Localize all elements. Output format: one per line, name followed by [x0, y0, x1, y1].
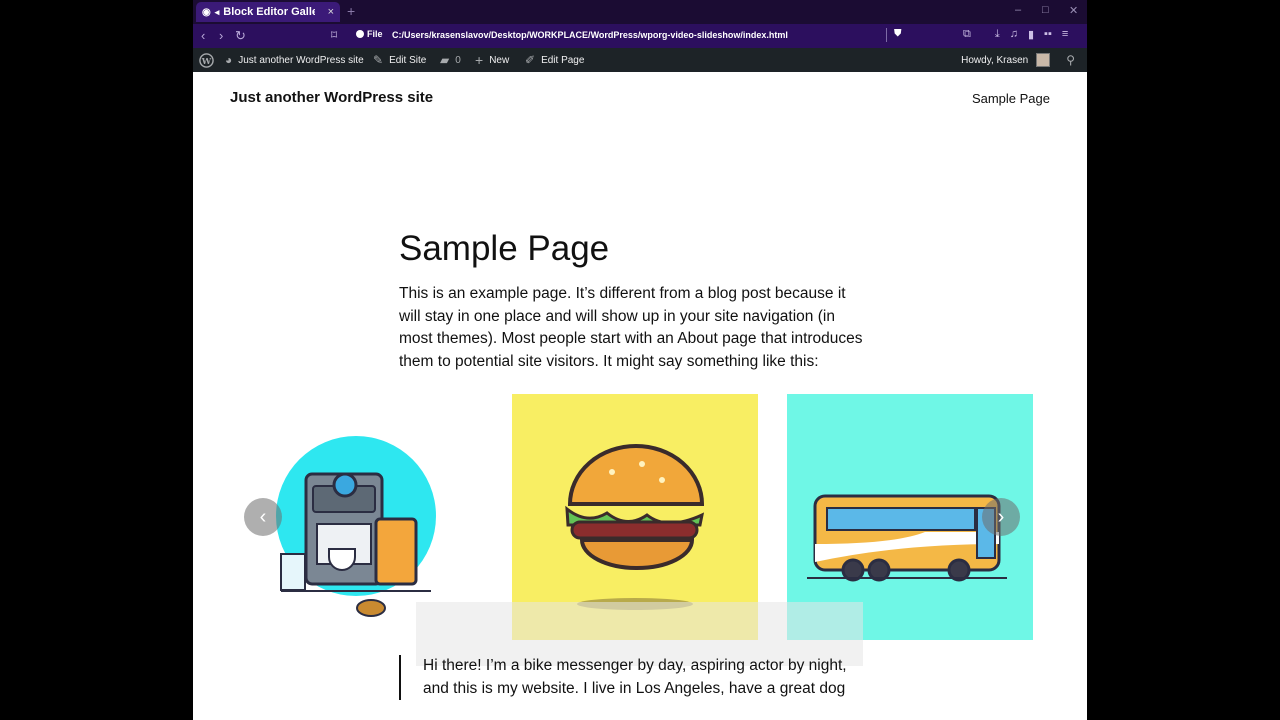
menu-icon[interactable]: ≡: [1062, 28, 1068, 41]
dashboard-icon: ◕: [225, 53, 233, 67]
screenshot-icon[interactable]: ⧉: [963, 28, 971, 41]
comment-icon: ▰: [440, 53, 450, 67]
url-separator: [886, 28, 887, 42]
brave-shield-icon[interactable]: ⛊: [894, 28, 906, 42]
brush-icon: ✎: [373, 53, 384, 67]
gallery-next-button[interactable]: ›: [982, 498, 1020, 536]
new-label: New: [489, 54, 510, 66]
reload-icon[interactable]: ↻: [235, 28, 246, 44]
wordpress-icon: W: [199, 52, 214, 68]
gallery-prev-button[interactable]: ‹: [244, 498, 282, 536]
comments-count: 0: [455, 54, 461, 66]
quote-block: Hi there! I’m a bike messenger by day, a…: [399, 655, 869, 700]
wp-admin-bar: W ◕ Just another WordPress site ✎ Edit S…: [193, 48, 1087, 72]
tab-block-editor-gallery[interactable]: ◉ ◂ Block Editor Gallery ×: [196, 2, 340, 22]
close-window-icon[interactable]: ✕: [1069, 4, 1078, 17]
intro-paragraph: This is an example page. It’s different …: [399, 285, 863, 370]
media-icon[interactable]: ♫: [1010, 28, 1018, 41]
svg-text:W: W: [201, 55, 212, 65]
new-tab-button[interactable]: +: [347, 3, 355, 19]
browser-window: ◉ ◂ Block Editor Gallery × + – □ ✕ ‹ › ↻…: [193, 0, 1087, 720]
screen: ◉ ◂ Block Editor Gallery × + – □ ✕ ‹ › ↻…: [0, 0, 1280, 720]
nav-item-sample-page[interactable]: Sample Page: [972, 91, 1050, 106]
page-title: Sample Page: [399, 229, 610, 268]
edit-page-button[interactable]: ✐ Edit Page: [525, 48, 584, 72]
minimize-icon[interactable]: –: [1015, 4, 1021, 16]
back-icon[interactable]: ‹: [201, 28, 205, 43]
tab-title: Block Editor Gallery: [223, 6, 316, 18]
edit-site-label: Edit Site: [389, 54, 427, 66]
url-field[interactable]: C:/Users/krasenslavov/Desktop/WORKPLACE/…: [392, 30, 788, 40]
pencil-icon: ✐: [525, 53, 536, 67]
tab-strip: ◉ ◂ Block Editor Gallery × + – □ ✕: [193, 0, 1087, 24]
audio-icon: ◂: [214, 6, 220, 17]
toolbar-icons: ⧉ ⤓ ♫ ▮ ▪▪ ≡: [963, 28, 1068, 41]
tab-close-button[interactable]: ×: [328, 6, 334, 18]
address-toolbar: ‹ › ↻ ⌑ File C:/Users/krasenslavov/Deskt…: [193, 24, 1087, 48]
avatar[interactable]: [1036, 53, 1051, 67]
maximize-icon[interactable]: □: [1042, 4, 1049, 16]
chevron-left-icon: ‹: [259, 505, 267, 528]
plus-icon: +: [475, 52, 484, 68]
wordpress-logo-icon[interactable]: W: [199, 48, 214, 72]
file-label: File: [367, 29, 383, 39]
download-icon[interactable]: ⤓: [995, 28, 1000, 41]
comments-button[interactable]: ▰ 0: [440, 48, 461, 72]
edit-page-label: Edit Page: [541, 54, 585, 66]
site-title[interactable]: Just another WordPress site: [230, 89, 433, 106]
forward-icon[interactable]: ›: [219, 28, 223, 43]
new-content-button[interactable]: + New: [475, 48, 509, 72]
chevron-right-icon: ›: [997, 505, 1005, 528]
site-name-label: Just another WordPress site: [238, 54, 364, 66]
sidebar-icon[interactable]: ▮: [1028, 28, 1034, 41]
file-chip[interactable]: File: [356, 29, 383, 39]
info-icon: [356, 30, 364, 38]
brave-icon: ◉: [202, 6, 211, 18]
admin-bar-account: Howdy, Krasen ⚲: [961, 48, 1075, 72]
extensions-icon[interactable]: ▪▪: [1044, 28, 1052, 41]
search-icon[interactable]: ⚲: [1066, 53, 1075, 67]
admin-bar-site-name[interactable]: ◕ Just another WordPress site: [225, 48, 364, 72]
bookmark-icon[interactable]: ⌑: [331, 28, 337, 42]
howdy-label[interactable]: Howdy, Krasen: [961, 55, 1028, 66]
edit-site-button[interactable]: ✎ Edit Site: [373, 48, 426, 72]
